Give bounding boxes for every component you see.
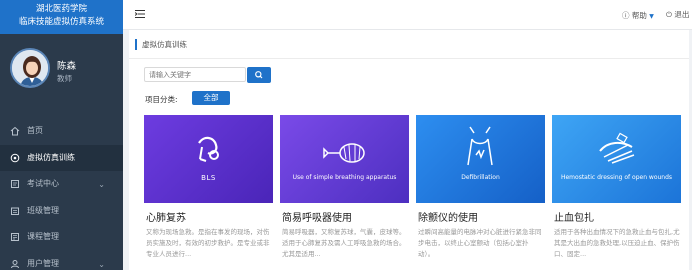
- main-panel: 虚拟仿真训练 项目分类: 全部 BLS 心肺复苏 又称为现场急救。是指在事发的现…: [129, 30, 689, 270]
- defibrillator-icon: [467, 126, 493, 166]
- home-icon: [10, 126, 20, 136]
- sidebar: 湖北医药学院 临床技能虚拟仿真系统 陈森 教师 首页 虚拟仿真训练 考试中心 ⌄…: [0, 0, 123, 270]
- card-description: 又称为现场急救。是指在事发的现场，对伤员实施及时，有效的初步救护。是专业或非专业…: [146, 228, 270, 258]
- search-button[interactable]: [247, 67, 271, 83]
- simulation-icon: [10, 153, 20, 162]
- sidebar-item-label: 首页: [27, 126, 43, 135]
- card-caption: BLS: [201, 174, 216, 182]
- user-role: 教师: [57, 74, 72, 83]
- avatar: [10, 48, 50, 88]
- user-name: 陈森: [57, 61, 77, 72]
- help-button[interactable]: ⓘ 帮助 ▼: [622, 10, 654, 21]
- course-card-breathing-apparatus[interactable]: Use of simple breathing apparatus 简易呼吸器使…: [280, 115, 409, 270]
- search-input[interactable]: [144, 67, 246, 82]
- card-title: 心肺复苏: [146, 213, 186, 224]
- card-caption: Use of simple breathing apparatus: [292, 174, 397, 181]
- caret-down-icon: ▼: [649, 13, 654, 20]
- brand-header: 湖北医药学院 临床技能虚拟仿真系统: [0, 0, 123, 34]
- card-image: [280, 115, 409, 203]
- course-card-hemostatic-dressing[interactable]: Hemostatic dressing of open wounds 止血包扎 …: [552, 115, 681, 270]
- card-title: 除颤仪的使用: [418, 213, 478, 224]
- card-title: 简易呼吸器使用: [282, 213, 352, 224]
- category-all-button[interactable]: 全部: [192, 91, 230, 105]
- sidebar-item-user-management[interactable]: 用户管理 ⌄: [0, 251, 123, 270]
- cpr-icon: [198, 136, 219, 162]
- chevron-down-icon: ⌄: [98, 259, 105, 269]
- course-card-defibrillation[interactable]: Defibrillation 除颤仪的使用 过瞬间高能量的电脉冲对心脏进行紧急非…: [416, 115, 545, 270]
- card-description: 适用于各种出血情况下的急救止血与包扎,尤其是大出血的急救处理,以压迫止血、保护伤…: [554, 228, 680, 258]
- logout-label: 退出: [674, 10, 690, 19]
- top-header: ⓘ 帮助 ▼ ⏻ 退出: [123, 0, 692, 30]
- bandage-icon: [599, 132, 635, 164]
- card-image: [552, 115, 681, 203]
- search-icon: [255, 71, 263, 79]
- user-panel: 陈森 教师: [0, 34, 123, 110]
- breathing-bag-icon: [323, 143, 365, 163]
- sidebar-item-class-management[interactable]: 班级管理: [0, 198, 123, 225]
- class-icon: [11, 207, 19, 215]
- card-image: [416, 115, 545, 203]
- card-caption: Defibrillation: [461, 174, 500, 181]
- sidebar-item-label: 用户管理: [27, 258, 59, 268]
- chevron-down-icon: ⌄: [98, 180, 105, 189]
- help-icon: ⓘ: [622, 11, 630, 20]
- brand-school: 湖北医药学院: [35, 4, 87, 14]
- card-title: 止血包扎: [554, 213, 594, 224]
- logout-button[interactable]: ⏻ 退出: [666, 9, 689, 20]
- sidebar-item-label: 考试中心: [27, 179, 59, 188]
- menu-toggle-icon[interactable]: [135, 10, 145, 18]
- sidebar-item-course-management[interactable]: 课程管理: [0, 224, 123, 251]
- sidebar-menu: 首页 虚拟仿真训练 考试中心 ⌄ 班级管理 课程管理 用户管理 ⌄: [0, 118, 123, 270]
- sidebar-item-simulation[interactable]: 虚拟仿真训练: [0, 144, 123, 171]
- help-label: 帮助: [631, 11, 647, 20]
- card-image: [144, 115, 273, 203]
- sidebar-item-exam-center[interactable]: 考试中心 ⌄: [0, 171, 123, 198]
- sidebar-item-home[interactable]: 首页: [0, 118, 123, 145]
- sidebar-item-label: 课程管理: [27, 232, 59, 241]
- page-title: 虚拟仿真训练: [135, 39, 187, 50]
- card-description: 简易呼吸器，又称复苏球，气囊，皮球等。适用于心肺复苏及需人工呼吸急救的场合。尤其…: [282, 228, 406, 258]
- course-card-bls[interactable]: BLS 心肺复苏 又称为现场急救。是指在事发的现场，对伤员实施及时，有效的初步救…: [144, 115, 273, 270]
- card-description: 过瞬间高能量的电脉冲对心脏进行紧急非同步电击，以终止心室颤动（包括心室扑动）。: [418, 228, 542, 258]
- users-icon: [11, 259, 19, 268]
- brand-system-name: 临床技能虚拟仿真系统: [18, 17, 104, 27]
- course-icon: [11, 233, 19, 241]
- divider: [129, 58, 689, 59]
- card-caption: Hemostatic dressing of open wounds: [560, 174, 673, 181]
- sidebar-item-label: 虚拟仿真训练: [27, 152, 75, 162]
- sidebar-item-label: 班级管理: [27, 205, 59, 215]
- exam-icon: [11, 180, 19, 188]
- power-icon: ⏻: [666, 10, 672, 19]
- category-label: 项目分类:: [145, 95, 178, 104]
